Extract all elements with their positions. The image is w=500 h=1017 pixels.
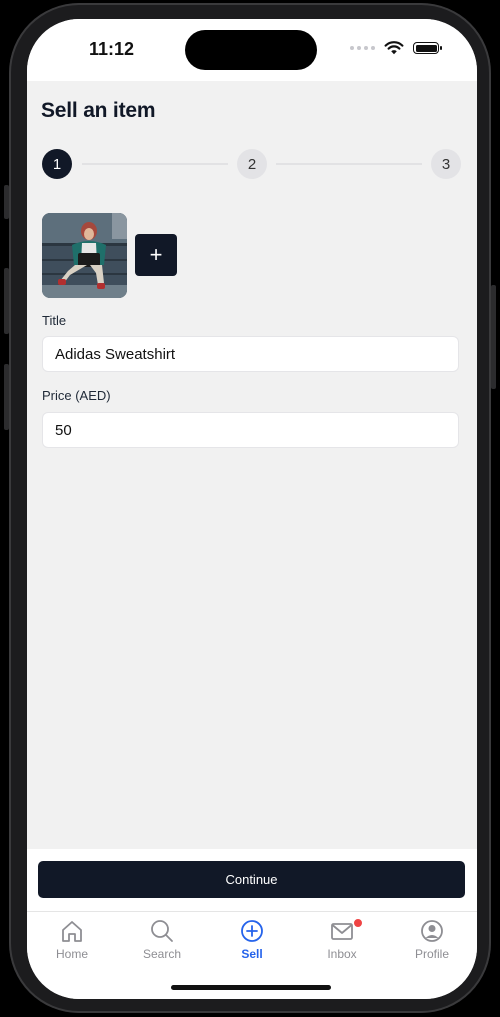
dynamic-island xyxy=(185,30,317,70)
stepper-connector-1 xyxy=(82,163,228,165)
tab-profile-label: Profile xyxy=(414,947,449,961)
cellular-signal-icon xyxy=(350,46,375,50)
title-field-label: Title xyxy=(42,313,67,328)
title-input[interactable] xyxy=(42,336,459,372)
inbox-unread-badge xyxy=(353,918,363,928)
user-circle-icon xyxy=(421,920,443,942)
continue-button[interactable]: Continue xyxy=(38,861,465,898)
plus-circle-icon xyxy=(241,920,263,942)
step-3-indicator: 3 xyxy=(431,149,461,179)
home-indicator[interactable] xyxy=(171,985,331,990)
item-photo-thumbnail[interactable] xyxy=(42,213,127,298)
tab-search-label: Search xyxy=(142,947,182,961)
search-icon xyxy=(151,920,173,942)
home-icon xyxy=(62,921,82,942)
tab-home[interactable]: Home xyxy=(27,912,117,968)
price-field-label: Price (AED) xyxy=(42,388,111,403)
status-bar: 11:12 xyxy=(27,19,477,81)
tab-home-label: Home xyxy=(55,947,88,961)
tab-sell[interactable]: Sell xyxy=(207,912,297,968)
bottom-tab-bar: Home Search Sell Inbox Profile xyxy=(27,911,477,968)
tab-sell-label: Sell xyxy=(241,947,263,961)
tab-search[interactable]: Search xyxy=(117,912,207,968)
power-button xyxy=(491,285,496,389)
tab-inbox[interactable]: Inbox xyxy=(297,912,387,968)
volume-up-button xyxy=(4,268,9,334)
stepper-connector-2 xyxy=(276,163,422,165)
volume-down-button xyxy=(4,364,9,430)
status-time: 11:12 xyxy=(89,39,135,59)
progress-stepper: 1 2 3 xyxy=(42,149,462,179)
add-photo-button[interactable]: + xyxy=(135,234,177,276)
bottom-action-area: Continue Home Search Sell Inbox Profile xyxy=(27,849,477,999)
item-photo-image xyxy=(42,213,127,298)
status-icons xyxy=(350,41,442,55)
mail-icon xyxy=(331,923,353,940)
wifi-icon xyxy=(384,41,404,55)
tab-profile[interactable]: Profile xyxy=(387,912,477,968)
step-1-indicator: 1 xyxy=(42,149,72,179)
tab-inbox-label: Inbox xyxy=(327,947,357,961)
price-input[interactable] xyxy=(42,412,459,448)
battery-icon xyxy=(413,42,442,54)
silent-switch xyxy=(4,185,9,219)
step-2-indicator: 2 xyxy=(237,149,267,179)
page-title: Sell an item xyxy=(41,99,156,122)
app-screen: 11:12 Sell an item 1 2 3 + Title Adidas … xyxy=(27,19,477,999)
